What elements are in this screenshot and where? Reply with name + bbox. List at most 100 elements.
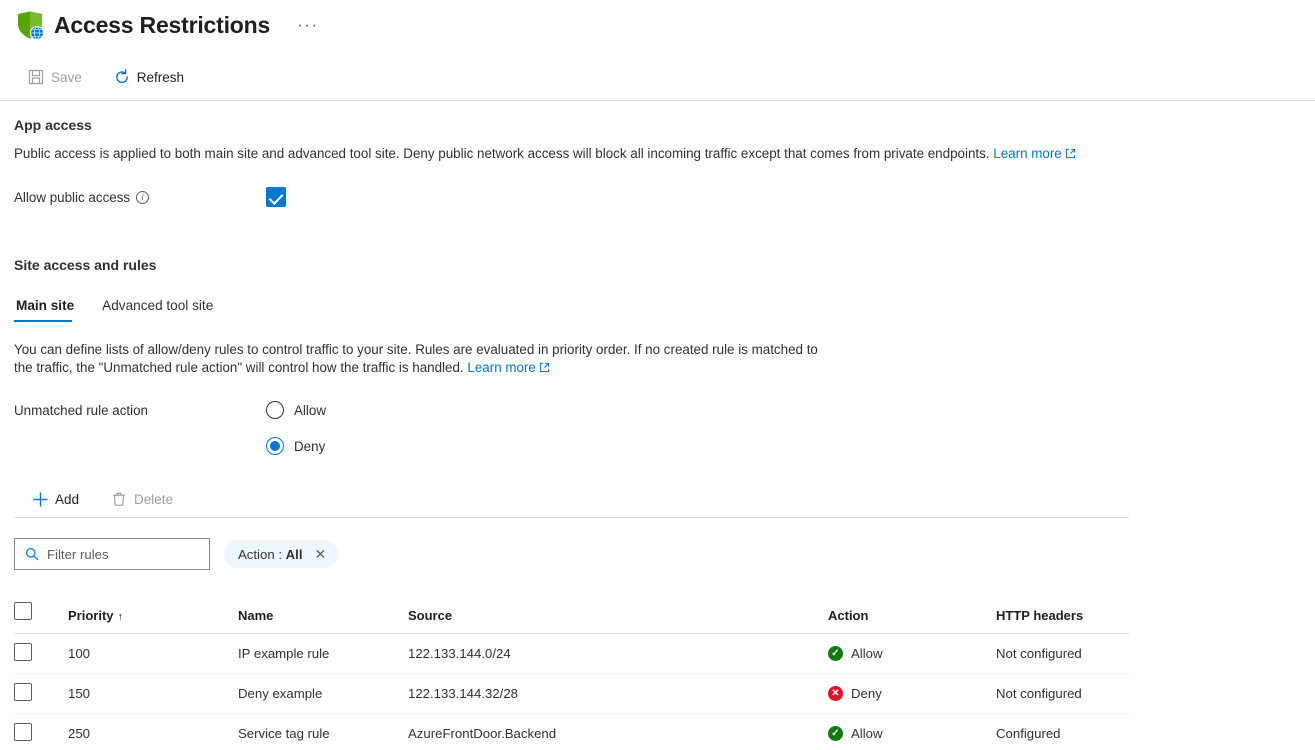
app-access-description-text: Public access is applied to both main si… [14, 146, 990, 161]
sort-ascending-icon: ↑ [118, 611, 124, 623]
close-icon[interactable]: ✕ [313, 545, 329, 563]
rules-toolbar: Add Delete [14, 485, 1315, 513]
cell-http-headers: Not configured [996, 674, 1129, 714]
cell-name: Service tag rule [238, 714, 408, 750]
column-header-action[interactable]: Action [828, 602, 996, 634]
filter-rules-input[interactable]: Filter rules [14, 538, 210, 570]
unmatched-rule-action-row-allow: Unmatched rule action Allow [14, 401, 1315, 419]
column-header-source[interactable]: Source [408, 602, 828, 634]
radio-allow-label[interactable]: Allow [294, 403, 326, 418]
plus-icon [32, 491, 48, 507]
cell-action-label: Allow [851, 726, 883, 741]
allow-public-access-checkbox[interactable] [266, 187, 286, 207]
app-access-learn-more-link[interactable]: Learn more [993, 146, 1075, 161]
column-header-priority[interactable]: Priority ↑ [68, 602, 238, 634]
cell-priority: 250 [68, 714, 238, 750]
select-all-checkbox[interactable] [14, 602, 32, 620]
page-header: Access Restrictions ··· [0, 0, 1315, 42]
action-filter-value: All [286, 547, 303, 562]
tab-advanced-tool-site[interactable]: Advanced tool site [100, 294, 225, 322]
table-row[interactable]: 250 Service tag rule AzureFrontDoor.Back… [14, 714, 1129, 750]
action-filter-prefix: Action : [238, 547, 286, 562]
cell-action: ✓ Allow [828, 714, 996, 750]
allow-public-access-label-text: Allow public access [14, 190, 130, 205]
site-access-description: You can define lists of allow/deny rules… [14, 341, 834, 377]
allow-check-icon: ✓ [828, 646, 843, 661]
site-access-description-line2: the traffic, the "Unmatched rule action"… [14, 360, 464, 375]
cell-action-label: Allow [851, 646, 883, 661]
column-header-priority-label: Priority [68, 608, 114, 623]
cell-priority: 100 [68, 634, 238, 674]
search-icon [25, 547, 39, 561]
tab-main-site[interactable]: Main site [14, 294, 86, 322]
rules-toolbar-divider [14, 517, 1129, 518]
add-rule-label: Add [55, 492, 79, 507]
command-bar: Save Refresh [0, 60, 1315, 94]
table-header-row: Priority ↑ Name Source Action HTTP header… [14, 602, 1129, 634]
site-access-description-line1: You can define lists of allow/deny rules… [14, 342, 818, 357]
cell-name: Deny example [238, 674, 408, 714]
unmatched-rule-action-label: Unmatched rule action [14, 403, 266, 418]
unmatched-rule-action-row-deny: Deny [14, 437, 1315, 455]
delete-rule-button[interactable]: Delete [107, 487, 177, 511]
add-rule-button[interactable]: Add [28, 487, 83, 511]
radio-deny[interactable] [266, 437, 284, 455]
allow-public-access-label: Allow public access i [14, 190, 266, 205]
table-row[interactable]: 150 Deny example 122.133.144.32/28 ✕ Den… [14, 674, 1129, 714]
row-checkbox[interactable] [14, 723, 32, 741]
filter-rules-placeholder: Filter rules [47, 547, 109, 562]
radio-deny-label[interactable]: Deny [294, 439, 325, 454]
radio-allow[interactable] [266, 401, 284, 419]
row-select-cell [14, 714, 68, 750]
external-link-icon [539, 360, 550, 371]
trash-icon [111, 491, 127, 507]
save-icon [28, 69, 44, 85]
cell-source: AzureFrontDoor.Backend [408, 714, 828, 750]
allow-public-access-row: Allow public access i [14, 187, 1315, 207]
row-checkbox[interactable] [14, 683, 32, 701]
action-filter-text: Action : All [238, 547, 303, 562]
shield-globe-icon [14, 10, 44, 40]
refresh-label: Refresh [137, 70, 184, 85]
allow-check-icon: ✓ [828, 726, 843, 741]
select-all-header [14, 602, 68, 634]
main-content: App access Public access is applied to b… [0, 117, 1315, 750]
rules-table: Priority ↑ Name Source Action HTTP header… [14, 602, 1129, 750]
app-access-description: Public access is applied to both main si… [14, 145, 1315, 163]
action-filter-pill[interactable]: Action : All ✕ [224, 540, 338, 568]
external-link-icon [1065, 146, 1076, 157]
row-select-cell [14, 634, 68, 674]
refresh-button[interactable]: Refresh [110, 65, 188, 89]
row-select-cell [14, 674, 68, 714]
site-tabs: Main site Advanced tool site [14, 294, 1315, 322]
deny-cross-icon: ✕ [828, 686, 843, 701]
cell-http-headers: Not configured [996, 634, 1129, 674]
site-access-learn-more-label: Learn more [467, 360, 535, 375]
cell-http-headers: Configured [996, 714, 1129, 750]
cell-priority: 150 [68, 674, 238, 714]
app-access-learn-more-label: Learn more [993, 146, 1061, 161]
cell-action: ✕ Deny [828, 674, 996, 714]
row-checkbox[interactable] [14, 643, 32, 661]
column-header-name[interactable]: Name [238, 602, 408, 634]
save-label: Save [51, 70, 82, 85]
access-restrictions-page: Access Restrictions ··· Save Refresh [0, 0, 1315, 750]
tab-advanced-tool-site-label: Advanced tool site [102, 298, 213, 313]
table-row[interactable]: 100 IP example rule 122.133.144.0/24 ✓ A… [14, 634, 1129, 674]
tab-main-site-label: Main site [16, 298, 74, 313]
cell-action: ✓ Allow [828, 634, 996, 674]
save-button[interactable]: Save [24, 65, 86, 89]
cell-source: 122.133.144.32/28 [408, 674, 828, 714]
cell-action-label: Deny [851, 686, 882, 701]
more-options-button[interactable]: ··· [292, 16, 323, 34]
refresh-icon [114, 69, 130, 85]
column-header-http-headers[interactable]: HTTP headers [996, 602, 1129, 634]
delete-rule-label: Delete [134, 492, 173, 507]
site-access-learn-more-link[interactable]: Learn more [467, 360, 549, 375]
info-icon[interactable]: i [136, 191, 149, 204]
cell-source: 122.133.144.0/24 [408, 634, 828, 674]
site-access-heading: Site access and rules [14, 257, 1315, 273]
app-access-heading: App access [14, 117, 1315, 133]
cell-name: IP example rule [238, 634, 408, 674]
page-title: Access Restrictions [54, 12, 270, 39]
